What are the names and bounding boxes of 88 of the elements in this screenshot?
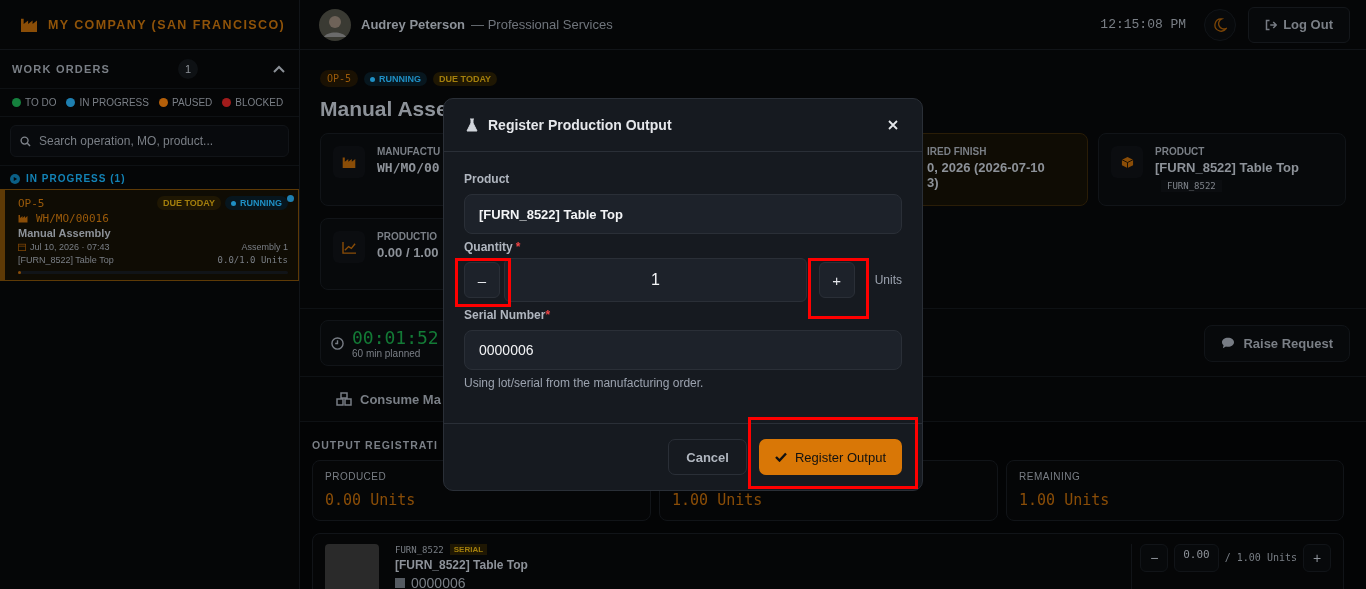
decrement-button[interactable]: − <box>1140 544 1169 572</box>
boxes-icon <box>336 392 352 406</box>
field-label: Serial Number <box>464 308 546 322</box>
card-label: PRODUCTIO <box>377 231 438 242</box>
factory-icon <box>342 155 356 169</box>
photo-placeholder <box>325 544 379 589</box>
raise-request-button[interactable]: Raise Request <box>1204 324 1350 362</box>
logout-button[interactable]: Log Out <box>1248 6 1350 43</box>
avatar-icon <box>319 8 351 41</box>
dialog-title: Register Production Output <box>488 117 673 133</box>
play-icon <box>10 173 20 184</box>
legend-label: TO DO <box>25 97 57 108</box>
workcenter: Assembly 1 <box>241 242 288 252</box>
count-badge: 1 <box>178 59 198 79</box>
quantity-total: / 1.00 Units <box>1224 552 1297 563</box>
calendar-icon <box>18 243 26 251</box>
factory-icon <box>18 214 28 223</box>
serial-field[interactable]: 0000006 <box>464 330 902 370</box>
sidebar-title: WORK ORDERS <box>12 63 112 75</box>
card-label: MANUFACTU <box>377 146 441 157</box>
cube-icon <box>1120 155 1134 169</box>
card-value: [FURN_8522] Table Top <box>1155 160 1299 175</box>
close-icon[interactable] <box>888 120 898 130</box>
user-name: Audrey Peterson <box>361 17 466 32</box>
order-name: Manual Assembly <box>18 227 112 239</box>
check-icon <box>774 452 787 462</box>
operation-code: OP-5 <box>18 196 45 210</box>
legend-label: BLOCKED <box>235 97 284 108</box>
factory-icon <box>20 16 38 33</box>
quantity-field[interactable]: 1 <box>504 258 807 302</box>
register-output-button[interactable]: Register Output <box>758 439 902 475</box>
moon-icon <box>1213 17 1228 32</box>
card-label: IRED FINISH <box>927 146 988 157</box>
work-order-card[interactable]: OP-5 DUE TODAY RUNNING WH/MO/00016 Manual Assembly Jul 10, 2026 · 07:43 Assembly 1 [FURN_8522] Table Top 0.0/1.0 Units <box>0 189 299 281</box>
operation-badge: OP-5 <box>320 70 359 87</box>
timer-value: 00:01:52 <box>352 327 439 348</box>
cancel-button[interactable]: Cancel <box>668 439 747 475</box>
product-field[interactable]: [FURN_8522] Table Top <box>464 194 902 234</box>
section-title: IN PROGRESS (1) <box>26 173 126 184</box>
increment-button[interactable]: + <box>818 262 855 298</box>
card-value: WH/MO/00 <box>377 160 441 175</box>
required-mark: * <box>515 240 521 254</box>
chevron-up-icon[interactable] <box>273 65 285 73</box>
status-dot <box>287 195 294 202</box>
user-role: — Professional Services <box>471 17 613 32</box>
barcode-icon <box>395 578 405 588</box>
order-product: [FURN_8522] Table Top <box>18 255 114 265</box>
order-date: Jul 10, 2026 · 07:43 <box>30 242 110 252</box>
card-label: PRODUCT <box>1155 146 1206 157</box>
serial-number: 0000006 <box>411 575 466 589</box>
planned-duration: 60 min planned <box>352 348 422 359</box>
order-reference: WH/MO/00016 <box>36 212 109 225</box>
stat-value: 0.00 Units <box>325 491 417 509</box>
stat-value: 1.00 Units <box>1019 491 1111 509</box>
increment-button[interactable]: + <box>1303 544 1331 572</box>
logout-icon <box>1265 18 1278 31</box>
decrement-button[interactable]: – <box>464 262 500 298</box>
product-name: [FURN_8522] Table Top <box>395 558 529 572</box>
stat-label: REMAINING <box>1019 471 1082 483</box>
section-title: OUTPUT REGISTRATI <box>312 439 438 451</box>
tracking-tag: SERIAL <box>449 544 488 555</box>
field-label: Product <box>464 172 511 186</box>
card-value: 0, 2026 (2026-07-10 3) <box>927 160 1045 190</box>
status-badge: DUE TODAY <box>433 71 498 86</box>
company-name: MY COMPANY (SAN FRANCISCO) <box>48 17 286 32</box>
chart-line-icon <box>341 240 357 254</box>
status-badge: DUE TODAY <box>157 196 221 210</box>
chat-icon <box>1221 337 1236 349</box>
stat-label: PRODUCED <box>325 471 388 483</box>
card-value: 0.00 / 1.00 <box>377 245 439 260</box>
product-code: FURN_8522 <box>395 544 444 555</box>
search-field[interactable]: Search operation, MO, product... <box>10 125 289 157</box>
status-badge: RUNNING <box>364 71 428 86</box>
stat-value: 1.00 Units <box>672 491 764 509</box>
flask-icon <box>466 118 478 132</box>
clock-icon <box>331 336 344 350</box>
quantity-field[interactable]: 0.00 <box>1174 544 1219 572</box>
status-badge: RUNNING <box>225 196 288 210</box>
legend-label: IN PROGRESS <box>79 97 149 108</box>
order-quantity: 0.0/1.0 Units <box>217 255 288 265</box>
help-text: Using lot/serial from the manufacturing order. <box>464 376 705 390</box>
product-code: FURN_8522 <box>1161 180 1222 192</box>
field-label: Quantity <box>464 240 513 254</box>
tab[interactable]: Consume Ma <box>336 391 441 407</box>
clock: 12:15:08 PM <box>1100 17 1187 32</box>
unit-label: Units <box>874 273 902 287</box>
legend-label: PAUSED <box>171 97 213 108</box>
required-mark: * <box>545 308 551 322</box>
